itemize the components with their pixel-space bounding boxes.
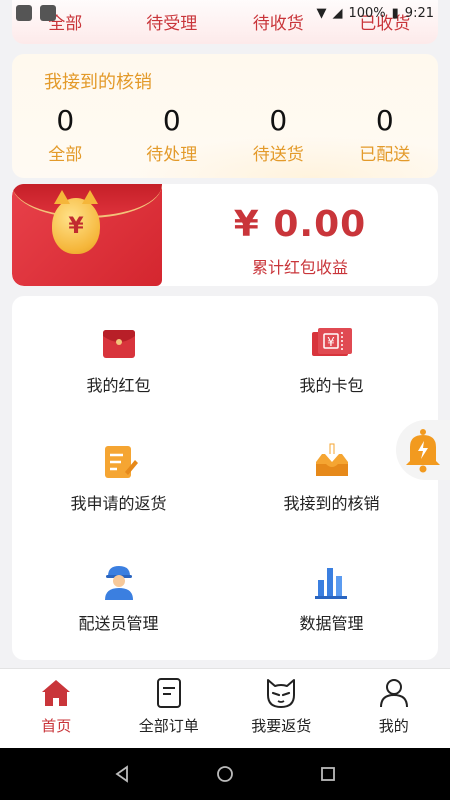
return-request-icon <box>104 446 138 478</box>
home-circle-icon[interactable] <box>216 765 234 783</box>
system-navigation-bar <box>0 748 450 800</box>
function-menu: 我的红包 ¥ 我的卡包 我申请的返货 我接到的核销 配送员管理 数据管理 <box>12 296 438 660</box>
stat-to-deliver[interactable]: 0 待送货 <box>225 104 332 165</box>
menu-my-return-requests[interactable]: 我申请的返货 <box>12 414 225 534</box>
stat-value: 0 <box>375 104 394 137</box>
stat-value: 0 <box>269 104 288 137</box>
nav-request-return[interactable]: 我要返货 <box>225 669 338 748</box>
menu-my-card-wallet[interactable]: ¥ 我的卡包 <box>225 296 438 416</box>
home-icon <box>42 680 71 706</box>
bell-icon <box>406 429 440 473</box>
menu-label: 我的卡包 <box>299 376 364 395</box>
battery-level: 100% <box>348 5 386 21</box>
nav-label: 我的 <box>378 717 409 735</box>
card-wallet-icon: ¥ <box>311 328 352 356</box>
nav-label: 全部订单 <box>138 717 199 735</box>
stat-label: 待处理 <box>146 145 198 165</box>
notification-icon <box>16 5 32 21</box>
order-list-icon <box>156 678 181 708</box>
red-envelope-earnings-card[interactable]: ¥ ¥ 0.00 累计红包收益 <box>12 184 438 286</box>
bottom-navigation: 首页 全部订单 我要返货 我的 <box>0 668 450 748</box>
nav-label: 我要返货 <box>251 717 312 735</box>
notification-icon <box>40 5 56 21</box>
nav-profile[interactable]: 我的 <box>338 669 450 748</box>
coin-icon: ¥ <box>52 190 100 254</box>
stat-label: 已配送 <box>359 145 411 165</box>
menu-data-management[interactable]: 数据管理 <box>225 534 438 654</box>
verification-card[interactable]: 我接到的核销 0 全部 0 待处理 0 待送货 0 已配送 <box>12 54 438 178</box>
stat-delivered[interactable]: 0 已配送 <box>332 104 439 165</box>
person-icon <box>379 679 408 708</box>
menu-my-red-envelope[interactable]: 我的红包 <box>12 296 225 416</box>
recent-apps-icon[interactable] <box>319 765 337 783</box>
stat-label: 待送货 <box>252 145 304 165</box>
svg-text:¥: ¥ <box>327 335 335 349</box>
red-envelope-icon <box>102 330 135 358</box>
menu-label: 我的红包 <box>86 376 151 395</box>
menu-label: 我申请的返货 <box>70 494 167 513</box>
nav-all-orders[interactable]: 全部订单 <box>113 669 226 748</box>
back-icon[interactable] <box>113 765 131 783</box>
courier-icon <box>104 566 133 600</box>
stat-all[interactable]: 0 全部 <box>12 104 119 165</box>
stat-pending[interactable]: 0 待处理 <box>119 104 226 165</box>
menu-label: 我接到的核销 <box>283 494 380 513</box>
wifi-icon: ▼ <box>316 5 327 21</box>
battery-icon: ▮ <box>391 5 399 21</box>
cat-face-icon <box>267 679 296 708</box>
menu-label: 数据管理 <box>299 614 364 633</box>
stat-label: 全部 <box>48 145 83 165</box>
floating-notification-button[interactable] <box>396 420 450 480</box>
menu-courier-management[interactable]: 配送员管理 <box>12 534 225 654</box>
red-envelope-illustration: ¥ <box>12 184 162 286</box>
menu-label: 配送员管理 <box>78 614 159 633</box>
earnings-amount: ¥ 0.00 <box>233 204 367 245</box>
signal-icon: ◢ <box>332 5 343 21</box>
verification-title: 我接到的核销 <box>44 72 152 93</box>
clock: 9:21 <box>404 5 434 21</box>
bar-chart-icon <box>314 568 347 599</box>
nav-home[interactable]: 首页 <box>0 669 113 748</box>
stat-value: 0 <box>56 104 75 137</box>
earnings-label: 累计红包收益 <box>251 258 348 277</box>
stat-value: 0 <box>162 104 181 137</box>
status-bar: ▼ ◢ 100% ▮ 9:21 <box>0 0 450 26</box>
inbox-download-icon <box>315 443 348 476</box>
nav-label: 首页 <box>41 717 72 735</box>
